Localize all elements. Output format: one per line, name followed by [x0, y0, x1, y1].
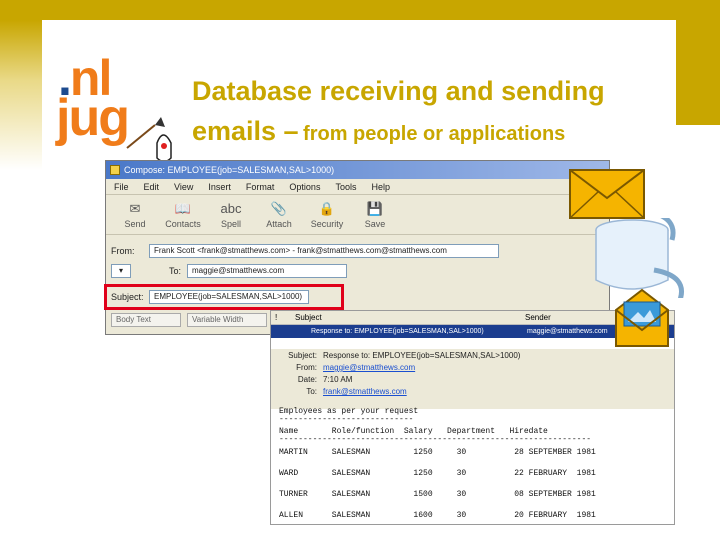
table-row: ALLEN SALESMAN 1600 30 20 FEBRUARY 1981	[279, 511, 596, 520]
from-field[interactable]: Frank Scott <frank@stmatthews.com> - fra…	[149, 244, 499, 258]
meta-from-link[interactable]: maggie@stmatthews.com	[323, 363, 415, 372]
subject-highlight-box	[104, 284, 344, 310]
meta-from-row: From: maggie@stmatthews.com	[283, 363, 415, 372]
column-priority[interactable]: !	[271, 311, 291, 324]
to-label: To:	[168, 266, 181, 276]
logo-jug: jug	[56, 89, 130, 147]
security-icon: 🔒	[318, 200, 336, 216]
menu-view[interactable]: View	[174, 179, 193, 194]
menu-edit[interactable]: Edit	[144, 179, 160, 194]
compose-toolbar: ✉ Send 📖 Contacts abc Spell 📎 Attach 🔒 S…	[106, 195, 609, 235]
meta-subject-key: Subject:	[288, 351, 317, 360]
selected-message-sender: maggie@stmatthews.com	[527, 328, 608, 335]
compose-window-title: Compose: EMPLOYEE(job=SALESMAN,SAL>1000)	[124, 165, 335, 175]
meta-subject-row: Subject: Response to: EMPLOYEE(job=SALES…	[283, 351, 520, 360]
format-bar: Body Text Variable Width	[111, 311, 267, 329]
spell-icon: abc	[220, 201, 242, 216]
spell-label: Spell	[220, 218, 241, 229]
to-field[interactable]: maggie@stmatthews.com	[187, 264, 347, 278]
subtitle-rest: from people or applications	[303, 123, 566, 145]
meta-subject-value: Response to: EMPLOYEE(job=SALESMAN,SAL>1…	[323, 351, 521, 360]
meta-to-link[interactable]: frank@stmatthews.com	[323, 387, 407, 396]
slide-title: Database receiving and sending	[192, 76, 605, 106]
meta-from-key: From:	[296, 363, 317, 372]
to-row: ▾ To: maggie@stmatthews.com	[111, 263, 347, 279]
menu-insert[interactable]: Insert	[208, 179, 231, 194]
column-subject[interactable]: Subject	[291, 311, 521, 324]
meta-date-row: Date: 7:10 AM	[283, 375, 352, 384]
send-label: Send	[124, 218, 146, 229]
compose-window-icon	[110, 165, 120, 175]
paragraph-style-select[interactable]: Body Text	[111, 313, 181, 327]
attach-label: Attach	[266, 218, 292, 229]
table-row: WARD SALESMAN 1250 30 22 FEBRUARY 1981	[279, 469, 596, 478]
database-icon	[595, 218, 684, 298]
message-header: Subject: Response to: EMPLOYEE(job=SALES…	[271, 349, 674, 409]
column-sender[interactable]: Sender	[521, 311, 551, 324]
compose-menubar: File Edit View Insert Format Options Too…	[106, 179, 609, 195]
menu-help[interactable]: Help	[371, 179, 390, 194]
save-icon: 💾	[366, 200, 384, 216]
meta-to-key: To:	[306, 387, 317, 396]
paperclip-icon: 📎	[270, 200, 288, 216]
open-envelope-icon	[615, 288, 669, 347]
nljug-logo: .nl jug	[50, 53, 180, 170]
from-label: From:	[111, 246, 135, 256]
top-band	[0, 0, 720, 20]
meta-to-row: To: frank@stmatthews.com	[283, 387, 407, 396]
compose-titlebar[interactable]: Compose: EMPLOYEE(job=SALESMAN,SAL>1000)	[106, 161, 609, 179]
body-underline: ----------------------------	[279, 415, 414, 424]
send-icon: ✉	[129, 200, 141, 216]
menu-tools[interactable]: Tools	[335, 179, 356, 194]
right-band	[676, 0, 720, 125]
recipient-type-dropdown[interactable]: ▾	[111, 264, 131, 278]
spell-button[interactable]: abc Spell	[210, 195, 252, 234]
table-row: TURNER SALESMAN 1500 30 08 SEPTEMBER 198…	[279, 490, 596, 499]
font-select[interactable]: Variable Width	[187, 313, 267, 327]
security-label: Security	[310, 218, 344, 229]
meta-date-key: Date:	[297, 375, 317, 384]
from-row: From: Frank Scott <frank@stmatthews.com>…	[111, 243, 499, 259]
meta-date-value: 7:10 AM	[323, 375, 353, 384]
body-table-divider: ----------------------------------------…	[279, 435, 592, 444]
left-band	[0, 20, 42, 170]
menu-file[interactable]: File	[114, 179, 129, 194]
security-button[interactable]: 🔒 Security	[306, 195, 348, 234]
contacts-button[interactable]: 📖 Contacts	[162, 195, 204, 234]
save-label: Save	[364, 218, 386, 229]
menu-options[interactable]: Options	[289, 179, 320, 194]
table-row: MARTIN SALESMAN 1250 30 28 SEPTEMBER 198…	[279, 448, 596, 457]
save-button[interactable]: 💾 Save	[354, 195, 396, 234]
send-button[interactable]: ✉ Send	[114, 195, 156, 234]
envelope-icon	[569, 169, 645, 219]
contacts-label: Contacts	[165, 218, 201, 229]
subtitle-emails: emails –	[192, 116, 299, 146]
selected-message-subject: Response to: EMPLOYEE(job=SALESMAN,SAL>1…	[311, 328, 484, 335]
attach-button[interactable]: 📎 Attach	[258, 195, 300, 234]
slide-subtitle: emails – from people or applications	[192, 116, 565, 147]
contacts-icon: 📖	[174, 200, 192, 216]
menu-format[interactable]: Format	[246, 179, 275, 194]
